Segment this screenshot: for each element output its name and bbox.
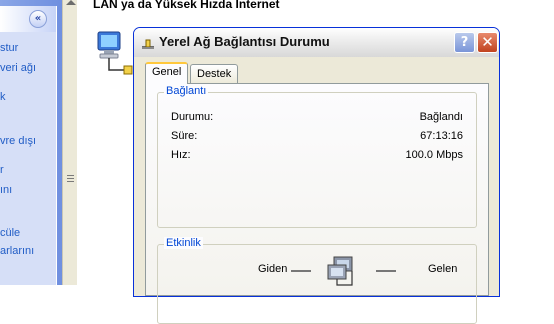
task-link[interactable]: vre dışı (0, 135, 36, 147)
status-dialog: Yerel Ağ Bağlantısı Durumu ? ✕ Genel Des… (133, 27, 500, 324)
duration-label: Süre: (171, 130, 198, 142)
received-label: Gelen (428, 263, 458, 275)
connection-legend: Bağlantı (164, 85, 209, 97)
group-header: LAN ya da Yüksek Hızda Internet (93, 0, 280, 11)
activity-computers-icon (327, 256, 353, 286)
collapse-chevrons-icon[interactable]: « (29, 10, 47, 28)
tab-general[interactable]: Genel (145, 62, 189, 84)
splitter-grip-icon[interactable] (67, 175, 74, 183)
help-icon[interactable]: ? (454, 32, 475, 53)
tab-panel: Bağlantı Durumu: Bağlandı Süre: 67:13:16… (145, 83, 489, 324)
task-card: « stur veri ağı k vre dışı r ını cüle ar… (0, 6, 57, 285)
close-icon[interactable]: ✕ (477, 32, 498, 53)
task-link[interactable]: ını (0, 184, 12, 196)
duration-value: 67:13:16 (420, 130, 463, 142)
activity-legend: Etkinlik (164, 237, 203, 249)
status-value: Bağlandı (419, 111, 463, 123)
task-link[interactable]: cüle (0, 227, 20, 239)
task-link[interactable]: veri ağı (0, 62, 36, 74)
dialog-client-area: Genel Destek Bağlantı Durumu: Bağlandı S… (138, 57, 495, 324)
activity-group: Etkinlik Giden Gelen (157, 237, 477, 324)
scroll-up-arrow-icon[interactable] (66, 0, 76, 5)
status-label: Durumu: (171, 111, 214, 123)
task-link[interactable]: k (0, 91, 6, 103)
network-title-icon (142, 39, 154, 49)
received-line (376, 270, 396, 272)
title-bar[interactable]: Yerel Ağ Bağlantısı Durumu ? ✕ (134, 28, 499, 57)
sent-label: Giden (258, 263, 288, 275)
dialog-title: Yerel Ağ Bağlantısı Durumu (159, 34, 330, 49)
connection-group: Bağlantı Durumu: Bağlandı Süre: 67:13:16… (157, 85, 477, 228)
task-pane: « stur veri ağı k vre dışı r ını cüle ar… (0, 0, 62, 285)
task-link[interactable]: stur (0, 42, 18, 54)
speed-label: Hız: (171, 149, 191, 161)
sent-line (291, 270, 311, 272)
pane-splitter[interactable] (62, 0, 78, 285)
tab-support[interactable]: Destek (190, 64, 239, 84)
network-connection-icon[interactable] (94, 28, 136, 78)
task-link[interactable]: r (0, 164, 4, 176)
task-card-header: « (0, 6, 56, 32)
speed-value: 100.0 Mbps (405, 149, 463, 161)
task-link[interactable]: arlarını (0, 245, 34, 257)
